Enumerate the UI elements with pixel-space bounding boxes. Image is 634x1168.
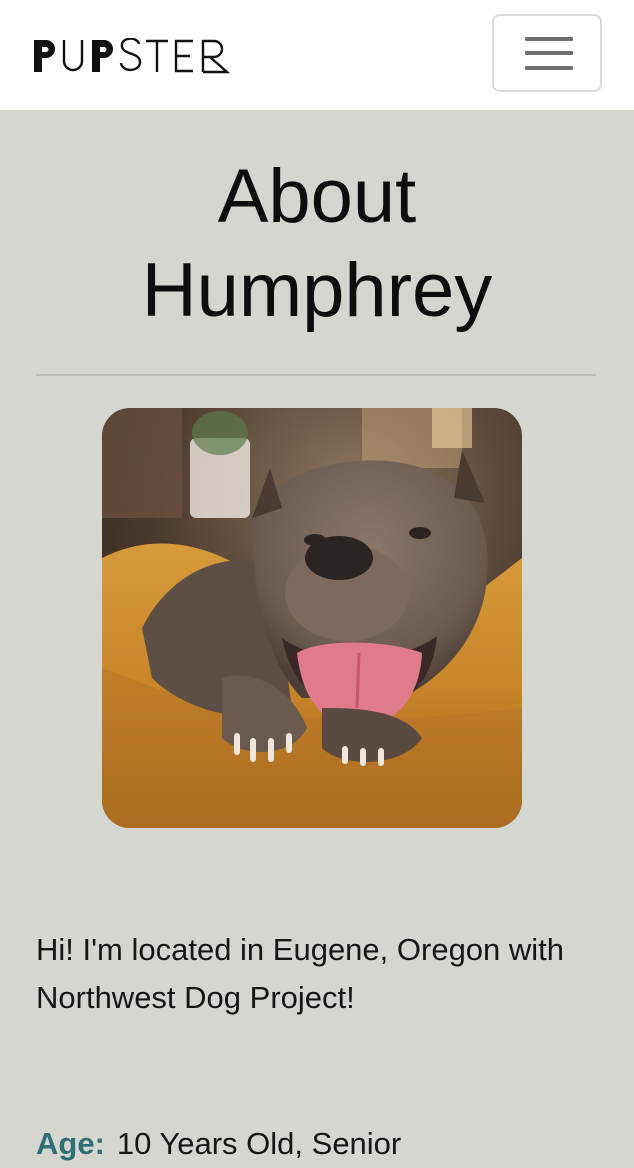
dog-photo	[102, 408, 522, 828]
age-label: Age:	[36, 1126, 105, 1161]
page-title: About Humphrey	[0, 150, 634, 338]
dog-photo-illustration	[102, 408, 522, 828]
pupster-logo[interactable]	[32, 38, 232, 74]
navbar	[0, 0, 634, 110]
age-detail: Age: 10 Years Old, Senior	[36, 1120, 606, 1168]
page-title-line-1: About	[217, 154, 417, 239]
pupster-logo-mark	[34, 38, 231, 74]
intro-text: Hi! I'm located in Eugene, Oregon with N…	[36, 932, 565, 1015]
title-divider	[36, 374, 596, 376]
navbar-toggle-button[interactable]	[492, 14, 602, 92]
page-title-line-2: Humphrey	[141, 248, 493, 333]
age-value: 10 Years Old, Senior	[116, 1126, 402, 1161]
